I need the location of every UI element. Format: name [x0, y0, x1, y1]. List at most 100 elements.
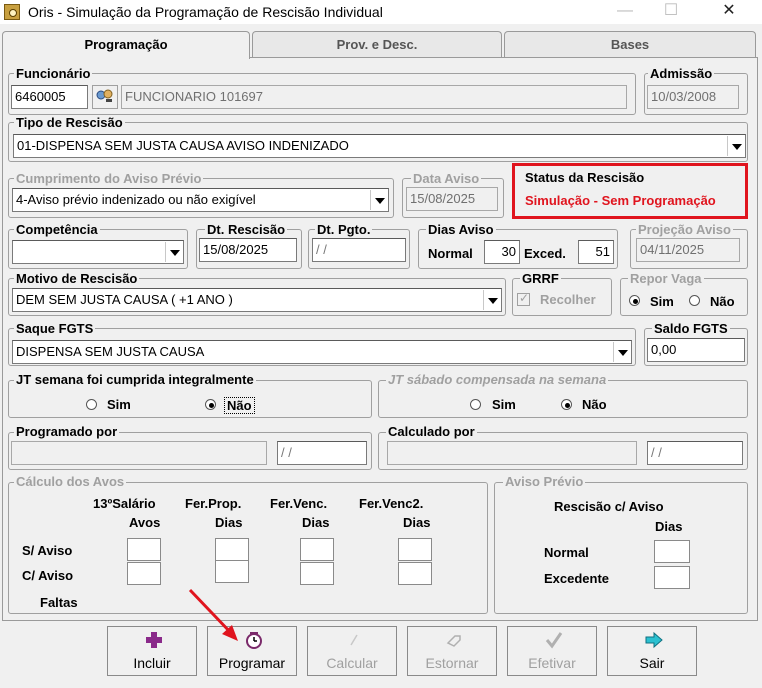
- minimize-icon[interactable]: —: [602, 0, 648, 24]
- dt-rescisao-input[interactable]: 15/08/2025: [199, 238, 297, 262]
- rescisao-c-aviso-header: Rescisão c/ Aviso: [554, 499, 664, 514]
- jt-semana-nao-radio[interactable]: [205, 399, 216, 410]
- saldo-label: Saldo FGTS: [652, 321, 730, 336]
- jt-semana-sim-radio[interactable]: [86, 399, 97, 410]
- caviso-fervenc-input[interactable]: [300, 562, 334, 585]
- competencia-label: Competência: [14, 222, 100, 237]
- col-fervenc2-header: Fer.Venc2.: [359, 496, 424, 511]
- estornar-button[interactable]: Estornar: [407, 626, 497, 676]
- estornar-label: Estornar: [425, 655, 479, 671]
- saque-label: Saque FGTS: [14, 321, 96, 336]
- repor-nao-label: Não: [710, 294, 735, 309]
- programado-date-field[interactable]: / /: [277, 441, 367, 465]
- programado-user-field: [11, 441, 267, 465]
- aviso-excedente-input[interactable]: [654, 566, 690, 589]
- undo-icon: [446, 635, 461, 647]
- calculator-icon: [350, 634, 358, 646]
- data-aviso-label: Data Aviso: [411, 171, 482, 186]
- aviso-previo-label: Aviso Prévio: [503, 474, 586, 489]
- incluir-label: Incluir: [133, 655, 171, 671]
- chevron-down-icon[interactable]: [483, 290, 500, 310]
- chevron-down-icon[interactable]: [370, 190, 387, 210]
- competencia-select[interactable]: [12, 240, 184, 264]
- motivo-value: DEM SEM JUSTA CAUSA ( +1 ANO ): [16, 292, 233, 307]
- aviso-excedente-label: Excedente: [544, 571, 610, 586]
- admissao-field: 10/03/2008: [647, 85, 739, 109]
- tab-programacao[interactable]: Programação: [2, 31, 250, 59]
- tipo-rescisao-select[interactable]: 01-DISPENSA SEM JUSTA CAUSA AVISO INDENI…: [13, 134, 746, 158]
- funcionario-name-field: FUNCIONARIO 101697: [121, 85, 627, 109]
- jt-sabado-label: JT sábado compensada na semana: [386, 372, 609, 387]
- motivo-select[interactable]: DEM SEM JUSTA CAUSA ( +1 ANO ): [12, 288, 502, 312]
- plus-icon: [146, 632, 162, 648]
- dt-pgto-input[interactable]: / /: [312, 238, 406, 262]
- saque-select[interactable]: DISPENSA SEM JUSTA CAUSA: [12, 340, 632, 364]
- recolher-checkbox[interactable]: [517, 291, 530, 306]
- annotation-arrow: [188, 588, 238, 641]
- caviso-13-input[interactable]: [127, 562, 161, 585]
- grrf-label: GRRF: [520, 271, 561, 286]
- status-rescisao-label: Status da Rescisão: [525, 170, 645, 185]
- row-faltas-label: Faltas: [40, 595, 78, 610]
- people-search-icon[interactable]: [92, 85, 118, 109]
- programado-label: Programado por: [14, 424, 120, 439]
- saque-value: DISPENSA SEM JUSTA CAUSA: [16, 344, 205, 359]
- repor-nao-radio[interactable]: [689, 295, 700, 306]
- tab-bases[interactable]: Bases: [504, 31, 756, 57]
- admissao-label: Admissão: [648, 66, 715, 81]
- caviso-ferprop-input[interactable]: [215, 560, 249, 583]
- recolher-label: Recolher: [540, 292, 596, 307]
- funcionario-code-input[interactable]: 6460005: [11, 85, 88, 109]
- chevron-down-icon[interactable]: [613, 342, 630, 362]
- aviso-normal-input[interactable]: [654, 540, 690, 563]
- dias-exced-input[interactable]: 51: [578, 240, 614, 264]
- tab-prov-desc[interactable]: Prov. e Desc.: [252, 31, 502, 57]
- saviso-13-input[interactable]: [127, 538, 161, 561]
- exit-arrow-icon: [645, 631, 663, 649]
- jt-sabado-nao-label: Não: [582, 397, 607, 412]
- aviso-normal-label: Normal: [544, 545, 589, 560]
- projecao-field: 04/11/2025: [636, 238, 740, 262]
- app-icon: [4, 4, 20, 20]
- checkmark-icon: [545, 632, 563, 649]
- calcular-button[interactable]: Calcular: [307, 626, 397, 676]
- row-caviso-label: C/ Aviso: [22, 568, 74, 583]
- aviso-dias-header: Dias: [655, 519, 683, 534]
- close-icon[interactable]: ✕: [706, 0, 752, 24]
- efetivar-label: Efetivar: [528, 655, 576, 671]
- chevron-down-icon[interactable]: [165, 242, 182, 262]
- saviso-fervenc-input[interactable]: [300, 538, 334, 561]
- jt-sabado-sim-label: Sim: [492, 397, 516, 412]
- dt-rescisao-label: Dt. Rescisão: [205, 222, 288, 237]
- tipo-rescisao-value: 01-DISPENSA SEM JUSTA CAUSA AVISO INDENI…: [17, 138, 349, 153]
- motivo-label: Motivo de Rescisão: [14, 271, 140, 286]
- saldo-field[interactable]: 0,00: [647, 338, 745, 362]
- col-13salario-sub: Avos: [129, 515, 161, 530]
- status-rescisao-box: Status da Rescisão Simulação - Sem Progr…: [512, 163, 748, 219]
- caviso-fervenc2-input[interactable]: [398, 562, 432, 585]
- calcular-label: Calcular: [326, 655, 378, 671]
- chevron-down-icon[interactable]: [727, 136, 744, 156]
- col-fervenc-sub: Dias: [302, 515, 330, 530]
- col-13salario-header: 13ºSalário: [93, 496, 156, 511]
- calculado-label: Calculado por: [386, 424, 477, 439]
- repor-vaga-label: Repor Vaga: [628, 271, 704, 286]
- jt-sabado-sim-radio[interactable]: [470, 399, 481, 410]
- data-aviso-field: 15/08/2025: [406, 187, 498, 211]
- status-rescisao-value: Simulação - Sem Programação: [525, 193, 716, 208]
- repor-sim-radio[interactable]: [629, 295, 640, 306]
- saviso-fervenc2-input[interactable]: [398, 538, 432, 561]
- cumprimento-select[interactable]: 4-Aviso prévio indenizado ou não exigíve…: [12, 188, 389, 212]
- jt-sabado-nao-radio[interactable]: [561, 399, 572, 410]
- calculado-date-field[interactable]: / /: [647, 441, 743, 465]
- calculado-user-field: [387, 441, 637, 465]
- sair-button[interactable]: Sair: [607, 626, 697, 676]
- funcionario-label: Funcionário: [14, 66, 93, 81]
- dias-normal-input[interactable]: 30: [484, 240, 520, 264]
- jt-semana-nao-label: Não: [224, 397, 255, 414]
- col-ferprop-header: Fer.Prop.: [185, 496, 242, 511]
- maximize-icon[interactable]: ☐: [648, 0, 694, 24]
- efetivar-button[interactable]: Efetivar: [507, 626, 597, 676]
- dias-exced-label: Exced.: [524, 246, 566, 261]
- saviso-ferprop-input[interactable]: [215, 538, 249, 561]
